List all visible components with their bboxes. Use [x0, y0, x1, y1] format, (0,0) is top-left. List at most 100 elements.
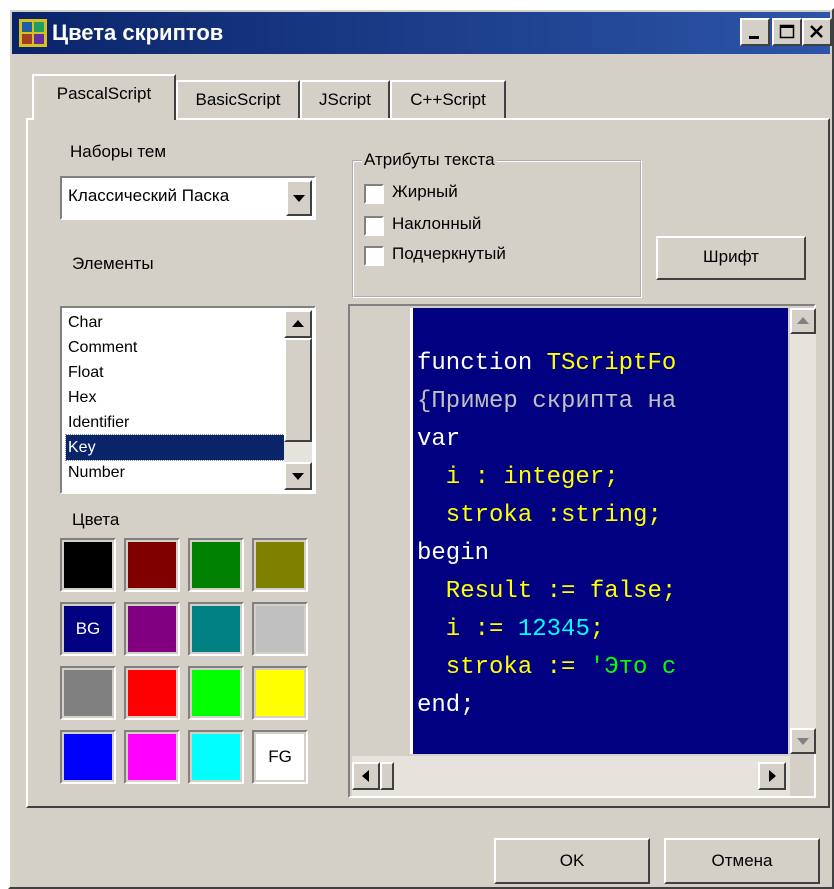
swatch-mark [128, 734, 176, 780]
bold-checkbox[interactable] [364, 184, 384, 204]
swatch-mark [256, 606, 304, 652]
color-swatch[interactable]: FG [252, 730, 308, 784]
theme-dropdown-button[interactable] [286, 180, 312, 216]
elements-scrollbar[interactable] [284, 310, 312, 490]
themes-label: Наборы тем [70, 142, 167, 161]
color-swatch[interactable] [252, 666, 308, 720]
list-item[interactable]: Char [66, 310, 284, 335]
code-area[interactable]: function TScriptFo {Пример скрипта на var … [410, 308, 788, 754]
swatch-mark [128, 542, 176, 588]
color-swatch[interactable] [124, 666, 180, 720]
minimize-icon [749, 36, 759, 39]
code-scroll-left-button[interactable] [352, 762, 380, 790]
swatch-mark: BG [64, 606, 112, 652]
code-line: stroka :string; [417, 502, 662, 529]
arrow-down-icon [797, 738, 809, 745]
ok-button[interactable]: OK [494, 838, 650, 884]
code-line: Result := false; [417, 578, 677, 605]
minimize-button[interactable] [740, 18, 770, 46]
scroll-thumb[interactable] [284, 338, 312, 442]
color-swatch[interactable] [252, 602, 308, 656]
swatch-mark [64, 734, 112, 780]
list-item[interactable]: Number [66, 460, 284, 485]
elements-label: Элементы [72, 254, 154, 273]
italic-label: Наклонный [392, 214, 482, 233]
arrow-up-icon [797, 317, 809, 324]
swatch-mark [256, 670, 304, 716]
swatch-mark [192, 606, 240, 652]
swatch-mark: FG [256, 734, 304, 780]
color-swatch[interactable] [124, 730, 180, 784]
text-attributes-title: Атрибуты текста [362, 150, 497, 170]
close-icon [810, 25, 823, 38]
close-button[interactable] [802, 18, 832, 46]
swatch-mark [256, 542, 304, 588]
swatch-mark [64, 542, 112, 588]
app-icon [19, 19, 47, 47]
color-swatch[interactable] [188, 538, 244, 592]
code-line: {Пример скрипта на [417, 388, 677, 415]
code-horizontal-scrollbar[interactable] [352, 756, 790, 796]
color-swatch[interactable] [60, 666, 116, 720]
code-line: end; [417, 692, 475, 719]
list-item[interactable]: Float [66, 360, 284, 385]
code-line: i : integer; [417, 464, 619, 491]
tab-cppscript[interactable]: C++Script [390, 80, 506, 120]
italic-checkbox[interactable] [364, 216, 384, 236]
code-scroll-right-button[interactable] [758, 762, 786, 790]
swatch-mark [64, 670, 112, 716]
swatch-mark [128, 606, 176, 652]
swatch-mark [192, 542, 240, 588]
color-swatch[interactable] [124, 602, 180, 656]
code-hscroll-thumb[interactable] [380, 762, 394, 790]
color-swatch[interactable] [188, 602, 244, 656]
title-bar[interactable]: Цвета скриптов [12, 12, 832, 54]
maximize-button[interactable] [772, 18, 802, 46]
window-title: Цвета скриптов [52, 20, 224, 45]
cancel-button[interactable]: Отмена [664, 838, 820, 884]
swatch-mark [192, 734, 240, 780]
color-swatch[interactable] [188, 666, 244, 720]
underline-checkbox[interactable] [364, 246, 384, 266]
list-item[interactable]: Comment [66, 335, 284, 360]
elements-list[interactable]: Char Comment Float Hex Identifier Key Number [60, 306, 316, 494]
color-swatch[interactable] [188, 730, 244, 784]
code-preview[interactable]: function TScriptFo {Пример скрипта на var … [348, 304, 816, 798]
list-item[interactable]: Identifier [66, 410, 284, 435]
tab-pascalscript[interactable]: PascalScript [32, 74, 176, 120]
color-swatch[interactable] [60, 730, 116, 784]
theme-select[interactable]: Классический Паска [60, 176, 316, 220]
scroll-down-button[interactable] [284, 462, 312, 490]
tab-jscript[interactable]: JScript [300, 80, 390, 120]
arrow-down-icon [292, 473, 304, 480]
tab-basicscript[interactable]: BasicScript [176, 80, 300, 120]
theme-select-value: Классический Паска [68, 186, 230, 205]
code-line: var [417, 426, 461, 453]
code-line: function TScriptFo [417, 350, 677, 377]
color-swatch[interactable] [60, 538, 116, 592]
underline-label: Подчеркнутый [392, 244, 506, 263]
code-line: begin [417, 540, 490, 567]
code-scroll-down-button[interactable] [790, 728, 816, 754]
swatch-mark [192, 670, 240, 716]
code-line: stroka := 'Это с [417, 654, 677, 681]
code-vertical-scrollbar[interactable] [790, 308, 816, 754]
arrow-up-icon [292, 320, 304, 327]
maximize-icon [779, 24, 795, 39]
arrow-left-icon [362, 770, 369, 782]
script-colors-dialog: Цвета скриптов PascalScript BasicScript … [8, 8, 834, 889]
color-swatch[interactable]: BG [60, 602, 116, 656]
code-scroll-up-button[interactable] [790, 308, 816, 334]
color-swatch[interactable] [124, 538, 180, 592]
list-item[interactable]: Hex [66, 385, 284, 410]
colors-label: Цвета [72, 510, 120, 529]
arrow-right-icon [769, 770, 776, 782]
bold-label: Жирный [392, 182, 458, 201]
chevron-down-icon [293, 195, 305, 202]
font-button[interactable]: Шрифт [656, 236, 806, 280]
color-swatch[interactable] [252, 538, 308, 592]
scroll-up-button[interactable] [284, 310, 312, 338]
text-attributes-group: Атрибуты текста Жирный Наклонный Подчерк… [352, 150, 642, 298]
list-item[interactable]: Key [65, 434, 285, 461]
code-line: i := 12345; [417, 616, 605, 643]
